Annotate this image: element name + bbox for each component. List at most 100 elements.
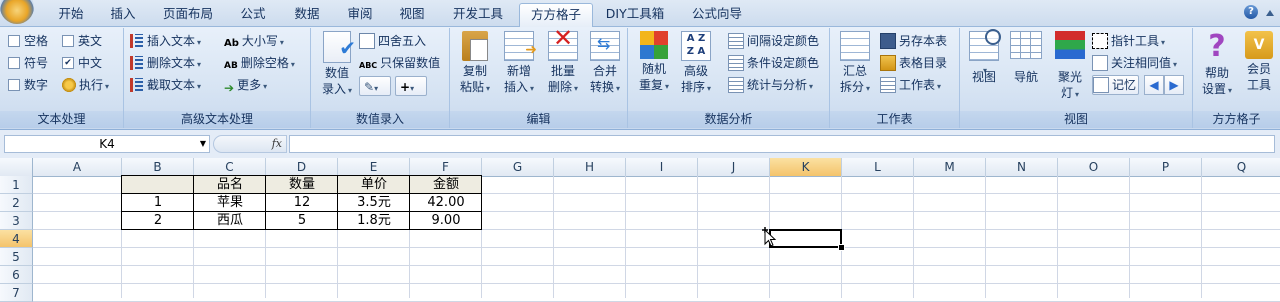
plus-dropdown[interactable]: +▾ xyxy=(395,76,427,96)
worksheet-icon xyxy=(880,76,896,93)
navigation-grid-icon xyxy=(1010,31,1042,59)
column-header-e[interactable]: E xyxy=(338,158,410,176)
table-cell[interactable]: 42.00 xyxy=(410,194,482,212)
tab-page-layout[interactable]: 页面布局 xyxy=(152,3,224,26)
column-header-b[interactable]: B xyxy=(122,158,194,176)
tab-diy-toolbox[interactable]: DIY工具箱 xyxy=(597,3,673,26)
row-header-3[interactable]: 3 xyxy=(0,212,33,230)
help-icon[interactable]: ? xyxy=(1244,5,1258,19)
checkbox-english[interactable]: 英文 xyxy=(62,31,102,51)
table-cell[interactable]: 西瓜 xyxy=(194,212,266,230)
keep-value-button[interactable]: ABC 只保留数值 xyxy=(359,53,440,73)
table-cell[interactable]: 9.00 xyxy=(410,212,482,230)
column-header-m[interactable]: M xyxy=(914,158,986,176)
column-header-p[interactable]: P xyxy=(1130,158,1202,176)
memo-next-button[interactable]: ▶ xyxy=(1164,75,1184,95)
stats-analysis-button[interactable]: 统计与分析 xyxy=(728,75,813,95)
tab-formula-wizard[interactable]: 公式向导 xyxy=(680,3,754,26)
checkbox-symbol[interactable]: 符号 xyxy=(8,53,48,73)
memo-prev-button[interactable]: ◀ xyxy=(1144,75,1164,95)
column-header-c[interactable]: C xyxy=(194,158,266,176)
tab-review[interactable]: 审阅 xyxy=(336,3,384,26)
summary-split-button[interactable]: 汇总 拆分 xyxy=(834,31,876,97)
column-header-q[interactable]: Q xyxy=(1202,158,1280,176)
row-header-2[interactable]: 2 xyxy=(0,194,33,212)
conditional-color-button[interactable]: 条件设定颜色 xyxy=(728,53,819,73)
member-tools-button[interactable]: V 会员 工具 xyxy=(1239,31,1279,93)
column-header-o[interactable]: O xyxy=(1058,158,1130,176)
memo-button[interactable]: 记忆 xyxy=(1092,75,1140,95)
case-button[interactable]: Ab 大小写 xyxy=(224,31,284,51)
row-header-5[interactable]: 5 xyxy=(0,248,33,266)
random-repeat-button[interactable]: 随机 重复 xyxy=(634,31,674,95)
batch-delete-button[interactable]: ✕ 批量 删除 xyxy=(542,26,584,97)
execute-button[interactable]: 执行 xyxy=(62,75,109,95)
tab-developer[interactable]: 开发工具 xyxy=(441,3,515,26)
row-header-6[interactable]: 6 xyxy=(0,266,33,284)
copy-paste-button[interactable]: 复制 粘贴 xyxy=(454,31,496,97)
extract-text-button[interactable]: 截取文本 xyxy=(130,75,201,95)
focus-same-value-button[interactable]: 关注相同值 xyxy=(1092,53,1177,73)
column-header-f[interactable]: F xyxy=(410,158,482,176)
delete-space-button[interactable]: AB 删除空格 xyxy=(224,53,295,73)
formula-input[interactable] xyxy=(289,135,1275,153)
table-header-cell[interactable] xyxy=(122,176,194,194)
sheet-directory-button[interactable]: 表格目录 xyxy=(880,53,947,73)
worksheet-button[interactable]: 工作表 xyxy=(880,75,941,95)
advanced-sort-button[interactable]: A ZZ A 高级 排序 xyxy=(676,31,716,97)
table-cell[interactable]: 5 xyxy=(266,212,338,230)
column-header-h[interactable]: H xyxy=(554,158,626,176)
value-entry-button[interactable]: ✔ 数值 录入 xyxy=(317,31,357,99)
round-button[interactable]: 四舍五入 xyxy=(359,31,426,51)
column-header-l[interactable]: L xyxy=(842,158,914,176)
checkbox-space[interactable]: 空格 xyxy=(8,31,48,51)
column-header-j[interactable]: J xyxy=(698,158,770,176)
merge-convert-button[interactable]: ⇆ 合并 转换 xyxy=(584,31,626,97)
table-cell[interactable]: 12 xyxy=(266,194,338,212)
ribbon-minimize-icon[interactable] xyxy=(1266,10,1274,16)
fill-handle[interactable] xyxy=(838,244,845,251)
spotlight-button[interactable]: 聚光 灯 xyxy=(1050,31,1090,100)
save-sheet-button[interactable]: 另存本表 xyxy=(880,31,947,51)
tab-view[interactable]: 视图 xyxy=(388,3,436,26)
checkbox-number[interactable]: 数字 xyxy=(8,75,48,95)
column-header-i[interactable]: I xyxy=(626,158,698,176)
table-cell[interactable]: 1 xyxy=(122,194,194,212)
tab-data[interactable]: 数据 xyxy=(283,3,331,26)
column-header-d[interactable]: D xyxy=(266,158,338,176)
table-header-cell[interactable]: 品名 xyxy=(194,176,266,194)
chevron-down-icon[interactable]: ▼ xyxy=(200,136,206,152)
new-insert-button[interactable]: ➜ 新增 插入 xyxy=(498,31,540,97)
tab-formulas[interactable]: 公式 xyxy=(229,3,277,26)
fx-icon[interactable]: fx xyxy=(272,137,282,150)
column-header-k[interactable]: K xyxy=(770,158,842,176)
tab-insert[interactable]: 插入 xyxy=(100,3,146,26)
table-cell[interactable]: 2 xyxy=(122,212,194,230)
view-button[interactable]: 视图 xyxy=(966,29,1002,84)
row-header-7[interactable]: 7 xyxy=(0,284,33,302)
checkbox-chinese[interactable]: ✔ 中文 xyxy=(62,53,102,73)
table-cell[interactable]: 1.8元 xyxy=(338,212,410,230)
column-header-n[interactable]: N xyxy=(986,158,1058,176)
table-header-cell[interactable]: 金额 xyxy=(410,176,482,194)
insert-text-button[interactable]: 插入文本 xyxy=(130,31,201,51)
table-cell[interactable]: 苹果 xyxy=(194,194,266,212)
select-all-corner[interactable] xyxy=(0,158,33,176)
table-cell[interactable]: 3.5元 xyxy=(338,194,410,212)
delete-text-button[interactable]: 删除文本 xyxy=(130,53,201,73)
column-header-g[interactable]: G xyxy=(482,158,554,176)
name-box[interactable]: K4 ▼ xyxy=(4,135,210,153)
row-header-1[interactable]: 1 xyxy=(0,176,33,194)
interval-color-button[interactable]: 间隔设定颜色 xyxy=(728,31,819,51)
table-header-cell[interactable]: 单价 xyxy=(338,176,410,194)
pointer-tool-button[interactable]: 指针工具 xyxy=(1092,31,1165,51)
column-header-a[interactable]: A xyxy=(33,158,122,176)
office-button[interactable] xyxy=(0,0,34,24)
table-header-cell[interactable]: 数量 xyxy=(266,176,338,194)
navigation-button[interactable]: 导航 xyxy=(1006,31,1046,84)
more-button[interactable]: ➔ 更多 xyxy=(224,75,267,95)
tab-home[interactable]: 开始 xyxy=(46,3,96,26)
row-header-4[interactable]: 4 xyxy=(0,230,33,248)
help-settings-button[interactable]: ? 帮助 设置 xyxy=(1197,31,1237,99)
edit-dropdown[interactable]: ✎▾ xyxy=(359,76,391,96)
